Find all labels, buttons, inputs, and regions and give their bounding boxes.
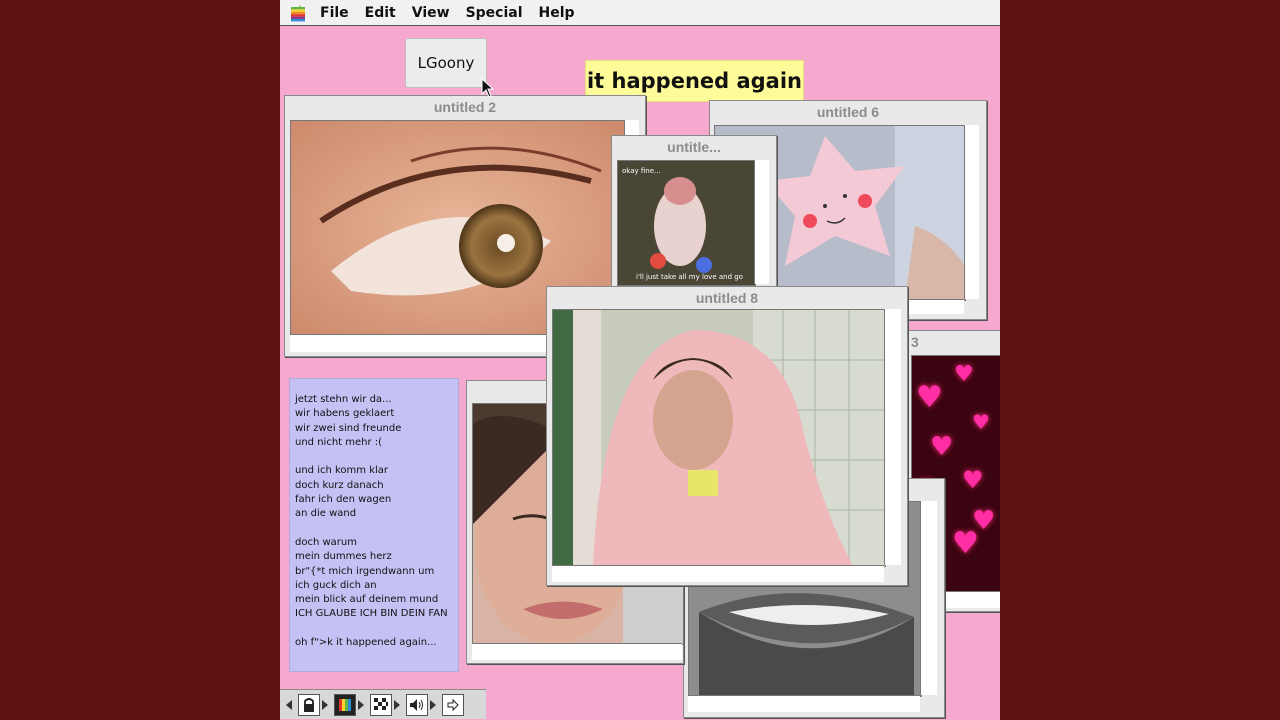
lyric-line: mein dummes herz: [295, 551, 392, 563]
window-title[interactable]: untitled 6: [710, 101, 986, 123]
pattern-icon: [370, 693, 392, 716]
image-caption-bottom: i'll just take all my love and go: [636, 273, 743, 281]
lyric-line: mein blick auf deinem mund: [295, 594, 439, 606]
menu-help[interactable]: Help: [539, 5, 575, 21]
horizontal-scrollbar[interactable]: [552, 565, 884, 582]
lyric-line: wir zwei sind freunde: [295, 422, 402, 434]
lyric-line: br"{*t mich irgendwann um: [295, 565, 435, 577]
window-untitled-small[interactable]: untitle... okay fine... i'll just take a…: [611, 135, 777, 295]
lgoony-button[interactable]: LGoony: [405, 38, 487, 88]
chevron-right-icon: [430, 699, 436, 710]
desktop: File Edit View Special Help LGoony it ha…: [280, 0, 1000, 720]
window-untitled-8[interactable]: untitled 8: [546, 286, 908, 586]
window-title[interactable]: 3: [907, 331, 1000, 353]
lyric-line: [295, 450, 458, 464]
vertical-scrollbar[interactable]: [754, 160, 769, 284]
chevron-right-icon: [358, 699, 364, 710]
pattern-control[interactable]: [370, 693, 400, 717]
lyric-line: wir habens geklaert: [295, 408, 395, 420]
lyric-line: doch warum: [295, 536, 357, 548]
lock-icon: [298, 693, 320, 716]
chevron-right-icon: [322, 699, 328, 710]
image-caption-top: okay fine...: [622, 167, 661, 175]
lyric-line: doch kurz danach: [295, 479, 384, 491]
lyric-line: ich guck dich an: [295, 579, 377, 591]
lyric-line: [295, 622, 458, 636]
control-strip: [280, 689, 486, 719]
window-title[interactable]: untitle...: [612, 136, 776, 158]
mouse-cursor-icon: [481, 78, 495, 98]
menu-edit[interactable]: Edit: [365, 5, 396, 21]
lyric-line: jetzt stehn wir da...: [295, 394, 392, 405]
horizontal-scrollbar[interactable]: [472, 643, 682, 660]
menu-file[interactable]: File: [320, 5, 349, 21]
lyric-line: an die wand: [295, 508, 357, 520]
lock-control[interactable]: [298, 693, 328, 717]
hoodie-image: [552, 309, 886, 567]
window-title[interactable]: untitled 8: [547, 287, 907, 309]
monitor-color-control[interactable]: [334, 693, 364, 717]
lyric-line: oh f">k it happened again...: [295, 637, 437, 649]
window-title[interactable]: untitled 2: [285, 96, 645, 118]
lyrics-panel: jetzt stehn wir da... wir habens geklaer…: [289, 378, 459, 672]
lyric-line: [295, 522, 458, 536]
vertical-scrollbar[interactable]: [920, 501, 937, 695]
vertical-scrollbar[interactable]: [884, 309, 901, 565]
menu-special[interactable]: Special: [466, 5, 523, 21]
menu-bar: File Edit View Special Help: [280, 0, 1000, 26]
lyric-line: und nicht mehr :(: [295, 436, 383, 448]
speaker-icon: [406, 693, 428, 716]
menu-view[interactable]: View: [412, 5, 450, 21]
lyric-line: ICH GLAUBE ICH BIN DEIN FAN: [295, 608, 448, 620]
apple-menu-icon[interactable]: [288, 3, 308, 23]
monitor-color-icon: [334, 693, 356, 716]
speaker-control[interactable]: [406, 693, 436, 717]
chevron-right-icon: [394, 699, 400, 710]
arrow-control[interactable]: [442, 693, 464, 717]
vertical-scrollbar[interactable]: [964, 125, 979, 299]
arrow-icon: [442, 693, 464, 716]
control-strip-toggle[interactable]: [284, 693, 292, 717]
lyric-line: fahr ich den wagen: [295, 494, 392, 506]
horizontal-scrollbar[interactable]: [688, 695, 920, 712]
lyric-line: und ich komm klar: [295, 465, 389, 477]
figure-image: okay fine... i'll just take all my love …: [617, 160, 756, 286]
